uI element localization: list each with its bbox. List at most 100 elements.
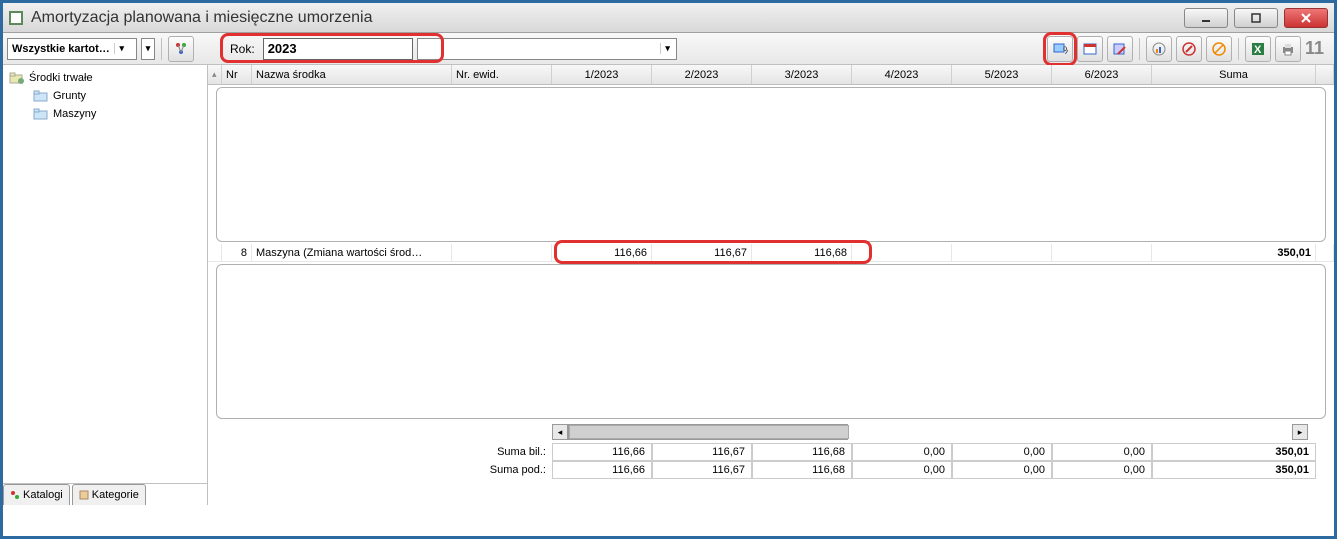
col-nr[interactable]: Nr — [222, 65, 252, 84]
tab-katalogi[interactable]: Katalogi — [3, 484, 70, 505]
row-month-3: 116,68 — [752, 244, 852, 261]
tree-item-label: Maszyny — [53, 108, 96, 120]
col-month-3[interactable]: 3/2023 — [752, 65, 852, 84]
scroll-thumb[interactable] — [569, 425, 849, 439]
sort-indicator[interactable]: ▴ — [208, 65, 222, 84]
lower-grid-panel — [216, 264, 1326, 419]
col-ewid[interactable]: Nr. ewid. — [452, 65, 552, 84]
row-nr: 8 — [222, 244, 252, 261]
settings-button[interactable]: % — [1047, 36, 1073, 62]
tab-kategorie[interactable]: Kategorie — [72, 484, 146, 505]
pod-5: 0,00 — [952, 461, 1052, 479]
toolbar: Wszystkie kartot… ▾ ▾ Rok: ▾ % X 11 — [3, 33, 1334, 65]
right-panel: ▴ Nr Nazwa środka Nr. ewid. 1/2023 2/202… — [208, 65, 1334, 505]
bil-3: 116,68 — [752, 443, 852, 461]
separator — [1238, 38, 1239, 60]
tree-icon — [10, 490, 20, 500]
row-month-4 — [852, 244, 952, 261]
tree-root-label: Środki trwałe — [29, 72, 93, 84]
maximize-button[interactable] — [1234, 8, 1278, 28]
footer-row-bil: Suma bil.: 116,66 116,67 116,68 0,00 0,0… — [208, 443, 1334, 461]
bil-1: 116,66 — [552, 443, 652, 461]
list-icon — [79, 490, 89, 500]
tree-item-maszyny[interactable]: Maszyny — [7, 105, 203, 123]
pod-2: 116,67 — [652, 461, 752, 479]
record-count: 11 — [1305, 38, 1324, 59]
folder-tree-icon — [9, 72, 25, 84]
row-month-6 — [1052, 244, 1152, 261]
pod-6: 0,00 — [1052, 461, 1152, 479]
minimize-button[interactable] — [1184, 8, 1228, 28]
table-row[interactable]: 8 Maszyna (Zmiana wartości środ… 116,66 … — [208, 244, 1334, 262]
horizontal-scrollbar-right[interactable]: ▸ — [1292, 424, 1308, 440]
hscroll-row: ◂ ▸ — [208, 423, 1334, 441]
row-month-5 — [952, 244, 1052, 261]
col-month-2[interactable]: 2/2023 — [652, 65, 752, 84]
tab-label: Katalogi — [23, 489, 63, 501]
col-scrollpad — [1316, 65, 1334, 84]
bil-5: 0,00 — [952, 443, 1052, 461]
print-button[interactable] — [1275, 36, 1301, 62]
close-button[interactable] — [1284, 8, 1328, 28]
bil-6: 0,00 — [1052, 443, 1152, 461]
footer-totals: Suma bil.: 116,66 116,67 116,68 0,00 0,0… — [208, 443, 1334, 479]
chart-button[interactable] — [1146, 36, 1172, 62]
col-month-4[interactable]: 4/2023 — [852, 65, 952, 84]
block-button[interactable] — [1206, 36, 1232, 62]
scroll-track[interactable] — [568, 424, 848, 440]
secondary-combo[interactable]: ▾ — [417, 38, 677, 60]
left-tabs: Katalogi Kategorie — [3, 483, 207, 505]
suma-bil-label: Suma bil.: — [208, 443, 552, 461]
tree: Środki trwałe Grunty Maszyny — [3, 65, 207, 483]
svg-text:X: X — [1254, 44, 1262, 56]
tree-root[interactable]: Środki trwałe — [7, 69, 203, 87]
window-title: Amortyzacja planowana i miesięczne umorz… — [31, 9, 1184, 27]
col-month-6[interactable]: 6/2023 — [1052, 65, 1152, 84]
col-suma[interactable]: Suma — [1152, 65, 1316, 84]
row-marker — [208, 244, 222, 261]
chevron-down-icon: ▾ — [660, 43, 672, 54]
pod-sum: 350,01 — [1152, 461, 1316, 479]
row-month-1: 116,66 — [552, 244, 652, 261]
year-label: Rok: — [222, 37, 263, 61]
titlebar: Amortyzacja planowana i miesięczne umorz… — [3, 3, 1334, 33]
separator — [1139, 38, 1140, 60]
tab-label: Kategorie — [92, 489, 139, 501]
main-area: Środki trwałe Grunty Maszyny Katalogi Ka… — [3, 65, 1334, 505]
chevron-down-icon: ▾ — [114, 43, 126, 54]
scroll-left-button[interactable]: ◂ — [552, 424, 568, 440]
bil-4: 0,00 — [852, 443, 952, 461]
filter-extra-dropdown[interactable]: ▾ — [141, 38, 155, 60]
folder-icon — [33, 90, 49, 102]
filter-combo[interactable]: Wszystkie kartot… ▾ — [7, 38, 137, 60]
col-month-5[interactable]: 5/2023 — [952, 65, 1052, 84]
filter-combo-text: Wszystkie kartot… — [12, 43, 110, 55]
col-month-1[interactable]: 1/2023 — [552, 65, 652, 84]
tree-item-grunty[interactable]: Grunty — [7, 87, 203, 105]
row-suma: 350,01 — [1152, 244, 1316, 261]
bil-sum: 350,01 — [1152, 443, 1316, 461]
horizontal-scrollbar[interactable]: ◂ — [552, 424, 848, 440]
upper-grid-panel — [216, 87, 1326, 242]
separator — [161, 38, 162, 60]
suma-pod-label: Suma pod.: — [208, 461, 552, 479]
scroll-right-button[interactable]: ▸ — [1292, 424, 1308, 440]
column-headers: ▴ Nr Nazwa środka Nr. ewid. 1/2023 2/202… — [208, 65, 1334, 85]
folder-icon — [33, 108, 49, 120]
row-nazwa: Maszyna (Zmiana wartości środ… — [252, 244, 452, 261]
tree-refresh-button[interactable] — [168, 36, 194, 62]
edit-button[interactable] — [1107, 36, 1133, 62]
pod-3: 116,68 — [752, 461, 852, 479]
pod-4: 0,00 — [852, 461, 952, 479]
clear-button[interactable] — [1176, 36, 1202, 62]
app-icon — [9, 11, 23, 25]
footer-row-pod: Suma pod.: 116,66 116,67 116,68 0,00 0,0… — [208, 461, 1334, 479]
col-nazwa[interactable]: Nazwa środka — [252, 65, 452, 84]
pod-1: 116,66 — [552, 461, 652, 479]
calendar-button[interactable] — [1077, 36, 1103, 62]
excel-export-button[interactable]: X — [1245, 36, 1271, 62]
svg-text:%: % — [1063, 45, 1068, 57]
row-pad — [1316, 244, 1334, 261]
tree-item-label: Grunty — [53, 90, 86, 102]
year-input[interactable] — [263, 38, 413, 60]
